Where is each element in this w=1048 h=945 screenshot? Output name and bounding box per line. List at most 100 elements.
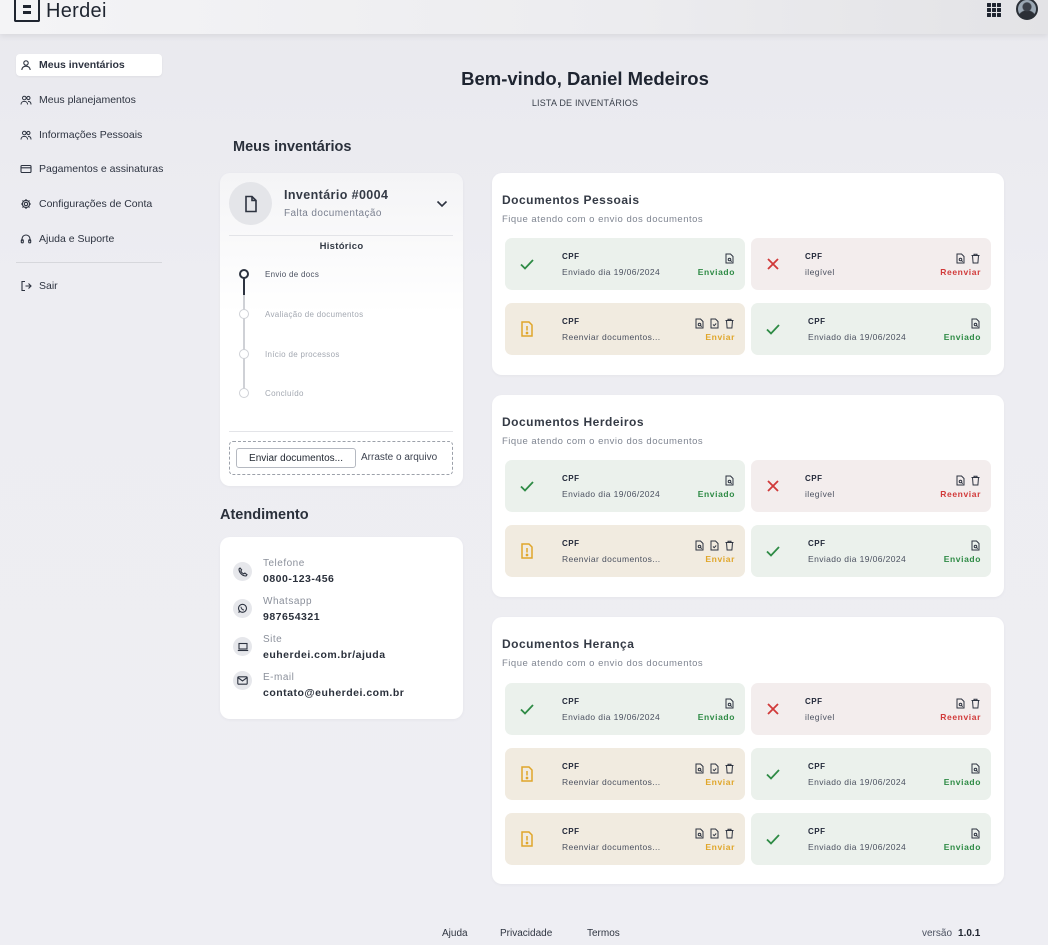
laptop-icon	[233, 637, 252, 656]
document-status-text: Reenviar documentos...	[562, 332, 661, 342]
logo[interactable]: Herdei	[14, 0, 107, 22]
sidebar-item-informacoes-pessoais[interactable]: Informações Pessoais	[16, 124, 166, 146]
document-action-button[interactable]: Reenviar	[940, 712, 981, 722]
inventory-title: Inventário #0004	[284, 188, 389, 202]
document-action-button[interactable]: Enviado	[698, 489, 735, 499]
check-icon	[518, 477, 536, 495]
divider	[229, 235, 453, 236]
document-tile[interactable]: CPF Reenviar documentos... Enviar	[505, 303, 745, 355]
footer-link-ajuda[interactable]: Ajuda	[442, 928, 468, 939]
document-status-text: Enviado dia 19/06/2024	[562, 267, 661, 277]
document-name: CPF	[805, 697, 823, 706]
document-name: CPF	[562, 252, 580, 261]
version-label: versão	[922, 928, 953, 939]
document-action-button[interactable]: Enviado	[698, 712, 735, 722]
contact-label: Site	[263, 634, 283, 645]
document-status-text: Enviado dia 19/06/2024	[808, 842, 907, 852]
check-icon	[764, 542, 782, 560]
sidebar-item-label: Pagamentos e assinaturas	[39, 163, 164, 176]
contact-value[interactable]: 0800-123-456	[263, 573, 334, 585]
document-action-button[interactable]: Enviado	[944, 842, 981, 852]
document-alert-icon	[518, 320, 536, 338]
view-document-icon[interactable]	[694, 826, 705, 844]
sidebar-item-pagamentos[interactable]: Pagamentos e assinaturas	[16, 158, 166, 180]
check-icon	[518, 255, 536, 273]
users-icon	[20, 95, 32, 105]
document-action-button[interactable]: Reenviar	[940, 267, 981, 277]
timeline-step-dot	[239, 269, 249, 279]
document-name: CPF	[805, 252, 823, 261]
document-status-text: ilegível	[805, 267, 835, 277]
doc-section-title: Documentos Herdeiros	[502, 415, 645, 429]
logout-button[interactable]: Sair	[16, 275, 166, 297]
credit-card-icon	[20, 165, 32, 174]
timeline-step-label: Avaliação de documentos	[265, 310, 364, 319]
close-icon	[764, 700, 782, 718]
sidebar-item-ajuda[interactable]: Ajuda e Suporte	[16, 228, 166, 250]
doc-section-subtitle: Fique atendo com o envio dos documentos	[502, 214, 704, 225]
document-action-button[interactable]: Enviar	[705, 777, 735, 787]
document-action-button[interactable]: Reenviar	[940, 489, 981, 499]
sidebar-item-label: Ajuda e Suporte	[39, 232, 115, 245]
document-action-button[interactable]: Enviado	[944, 777, 981, 787]
document-tile[interactable]: CPF Enviado dia 19/06/2024 Enviado	[751, 303, 991, 355]
document-tile[interactable]: CPF Enviado dia 19/06/2024 Enviado	[751, 748, 991, 800]
document-action-button[interactable]: Enviado	[944, 332, 981, 342]
inventory-status: Falta documentação	[284, 208, 382, 219]
view-document-icon[interactable]	[694, 761, 705, 779]
file-dropzone[interactable]: Enviar documentos... Arraste o arquivo	[229, 441, 453, 475]
document-action-button[interactable]: Enviado	[698, 267, 735, 277]
document-tile[interactable]: CPF ilegível Reenviar	[751, 238, 991, 290]
sidebar-item-meus-inventarios[interactable]: Meus inventários	[16, 54, 162, 76]
document-tile[interactable]: CPF Enviado dia 19/06/2024 Enviado	[505, 460, 745, 512]
document-action-button[interactable]: Enviar	[705, 842, 735, 852]
document-name: CPF	[808, 762, 826, 771]
document-tile[interactable]: CPF Enviado dia 19/06/2024 Enviado	[505, 238, 745, 290]
document-tile[interactable]: CPF Enviado dia 19/06/2024 Enviado	[751, 813, 991, 865]
document-action-button[interactable]: Enviar	[705, 332, 735, 342]
divider	[229, 431, 453, 432]
view-document-icon[interactable]	[694, 538, 705, 556]
view-document-icon[interactable]	[694, 316, 705, 334]
document-tile[interactable]: CPF Enviado dia 19/06/2024 Enviado	[505, 683, 745, 735]
contact-label: Telefone	[263, 558, 305, 569]
users-icon	[20, 130, 32, 140]
document-name: CPF	[562, 827, 580, 836]
document-status-text: Enviado dia 19/06/2024	[808, 332, 907, 342]
logout-icon	[21, 280, 32, 291]
dropzone-hint: Arraste o arquivo	[361, 452, 438, 463]
contact-value[interactable]: 987654321	[263, 611, 320, 623]
sidebar-item-meus-planejamentos[interactable]: Meus planejamentos	[16, 89, 166, 111]
document-tile[interactable]: CPF Reenviar documentos... Enviar	[505, 525, 745, 577]
footer-link-privacidade[interactable]: Privacidade	[500, 928, 552, 939]
document-status-text: ilegível	[805, 712, 835, 722]
document-status-text: Reenviar documentos...	[562, 777, 661, 787]
sidebar-divider	[16, 261, 162, 263]
contact-value[interactable]: contato@euherdei.com.br	[263, 687, 404, 699]
document-name: CPF	[562, 317, 580, 326]
attendance-card: Telefone 0800-123-456 Whatsapp 987654321…	[220, 537, 463, 719]
doc-section-title: Documentos Pessoais	[502, 193, 640, 207]
document-action-button[interactable]: Enviado	[944, 554, 981, 564]
sidebar-item-label: Meus inventários	[39, 59, 125, 71]
phone-icon	[233, 562, 252, 581]
document-tile[interactable]: CPF ilegível Reenviar	[751, 683, 991, 735]
check-icon	[518, 700, 536, 718]
upload-documents-button[interactable]: Enviar documentos...	[236, 448, 356, 468]
document-tile[interactable]: CPF Reenviar documentos... Enviar	[505, 748, 745, 800]
contact-value[interactable]: euherdei.com.br/ajuda	[263, 649, 386, 661]
document-tile[interactable]: CPF ilegível Reenviar	[751, 460, 991, 512]
sidebar-item-configuracoes[interactable]: Configurações de Conta	[16, 193, 166, 215]
inventory-card: Inventário #0004 Falta documentação Hist…	[220, 173, 463, 486]
footer-link-termos[interactable]: Termos	[587, 928, 620, 939]
document-tile[interactable]: CPF Enviado dia 19/06/2024 Enviado	[751, 525, 991, 577]
sidebar-item-label: Informações Pessoais	[39, 128, 143, 141]
apps-grid-icon[interactable]	[987, 3, 1001, 17]
document-tile[interactable]: CPF Reenviar documentos... Enviar	[505, 813, 745, 865]
close-icon	[764, 255, 782, 273]
doc-section-subtitle: Fique atendo com o envio dos documentos	[502, 436, 704, 447]
document-action-button[interactable]: Enviar	[705, 554, 735, 564]
whatsapp-icon	[233, 599, 252, 618]
avatar[interactable]	[1016, 0, 1038, 20]
chevron-down-icon[interactable]	[436, 200, 448, 208]
